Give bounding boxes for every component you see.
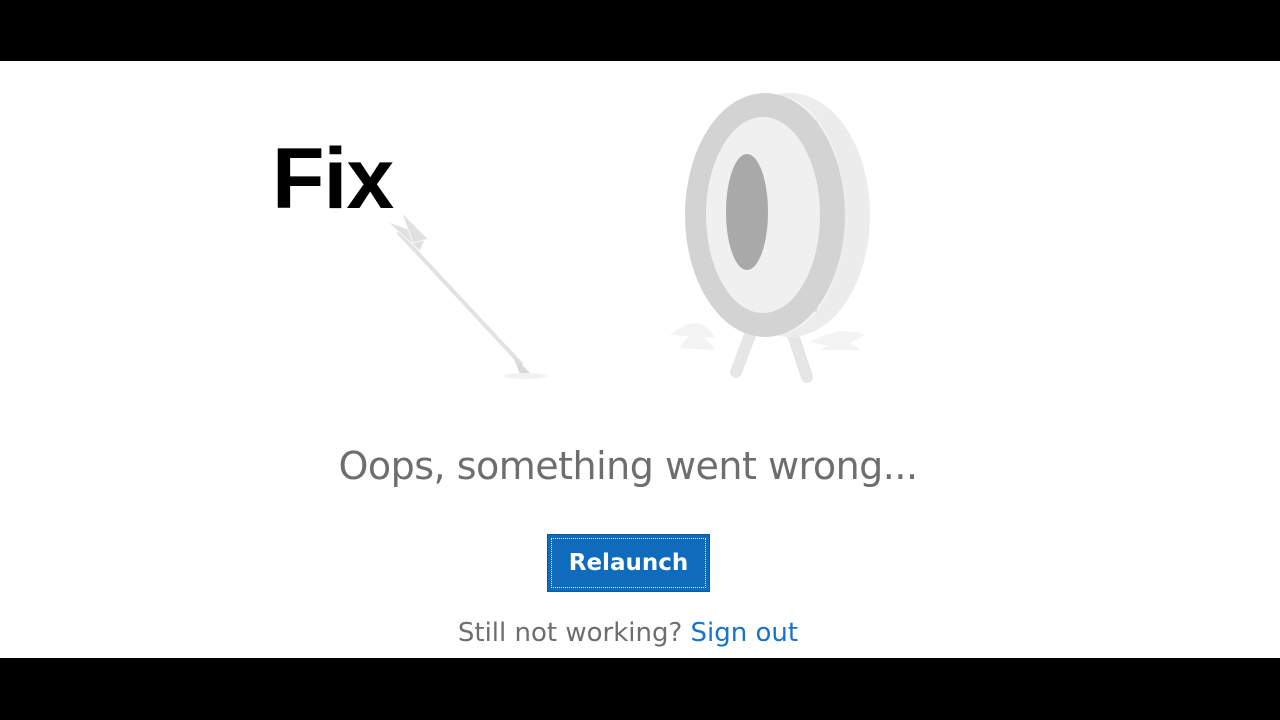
still-not-working-text: Still not working? [457,618,683,648]
help-line: Still not working? Sign out [0,618,1256,648]
target-stand-icon [730,329,813,383]
error-title: Oops, something went wrong... [338,444,918,488]
relaunch-button-label: Relaunch [568,550,689,576]
sign-out-link[interactable]: Sign out [691,618,799,648]
letterbox-top-bar [0,0,1280,61]
target-arrow-illustration [387,93,870,383]
arrow-icon [387,212,547,379]
target-icon [685,93,870,337]
letterbox-bottom-bar [0,658,1280,720]
relaunch-button[interactable]: Relaunch [547,534,710,592]
